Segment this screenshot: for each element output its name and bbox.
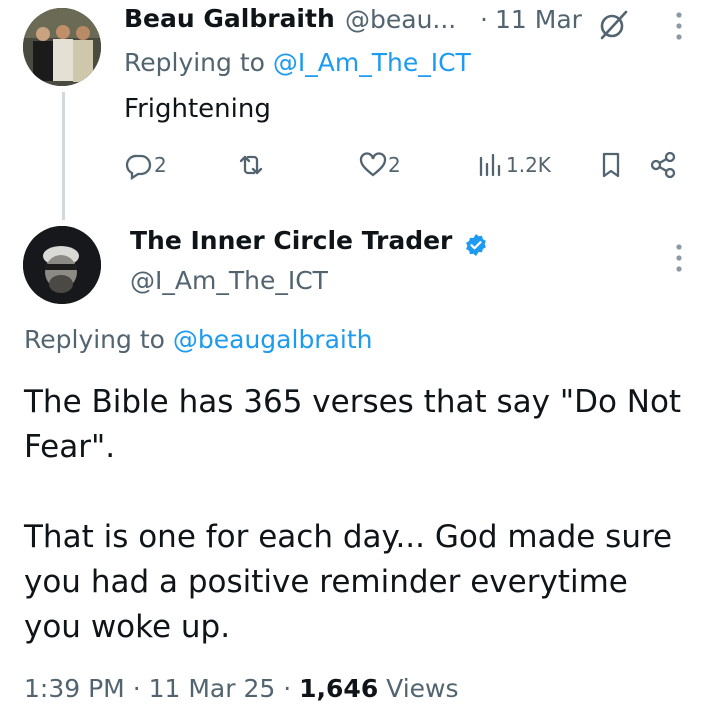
retweet-icon	[239, 155, 263, 175]
share-button[interactable]	[648, 148, 678, 182]
tweet-text: Frightening	[124, 94, 271, 124]
replying-to-prefix: Replying to	[24, 325, 173, 354]
like-button[interactable]: 2	[358, 148, 401, 182]
tweet-body: The Bible has 365 verses that say "Do No…	[24, 380, 684, 650]
replying-to: Replying to @beaugalbraith	[24, 325, 373, 354]
tweet-date[interactable]: 11 Mar	[495, 5, 582, 34]
author-name[interactable]: Beau Galbraith	[124, 4, 335, 33]
views-count: 1.2K	[506, 153, 551, 177]
reply-count: 2	[154, 153, 167, 177]
tweet-time[interactable]: 1:39 PM	[24, 674, 125, 703]
thread-connector-line	[62, 92, 65, 220]
like-count: 2	[388, 153, 401, 177]
avatar[interactable]	[23, 8, 101, 86]
tweet-paragraph: That is one for each day... God made sur…	[24, 519, 673, 645]
views-count: 1,646	[299, 674, 379, 703]
reply-icon	[125, 154, 152, 180]
more-icon[interactable]	[672, 242, 686, 274]
tweet-date[interactable]: 11 Mar 25	[149, 674, 276, 703]
views-label: Views	[386, 674, 459, 703]
mention-link[interactable]: @beaugalbraith	[173, 325, 373, 354]
mention-link[interactable]: @I_Am_The_ICT	[273, 48, 471, 77]
separator-dot: ·	[480, 5, 488, 34]
author-handle[interactable]: @beau...	[345, 5, 456, 34]
share-icon	[650, 151, 676, 179]
author-handle[interactable]: @I_Am_The_ICT	[130, 266, 328, 295]
views-icon	[479, 153, 501, 177]
avatar[interactable]	[23, 226, 101, 304]
tweet-paragraph: The Bible has 365 verses that say "Do No…	[24, 384, 682, 465]
reply-button[interactable]: 2	[124, 148, 167, 182]
author-name[interactable]: The Inner Circle Trader	[130, 226, 452, 255]
bookmark-button[interactable]	[596, 148, 626, 182]
replying-to-prefix: Replying to	[124, 48, 273, 77]
grok-icon[interactable]	[596, 8, 630, 42]
bookmark-icon	[602, 152, 620, 178]
verified-badge-icon	[464, 233, 488, 257]
replying-to: Replying to @I_Am_The_ICT	[124, 48, 471, 77]
views-button[interactable]: 1.2K	[476, 148, 551, 182]
more-icon[interactable]	[672, 10, 686, 42]
separator-dot: ·	[283, 674, 292, 703]
tweet-meta: 1:39 PM · 11 Mar 25 · 1,646 Views	[24, 674, 459, 703]
separator-dot: ·	[132, 674, 141, 703]
retweet-button[interactable]	[236, 148, 266, 182]
like-icon	[359, 152, 387, 177]
